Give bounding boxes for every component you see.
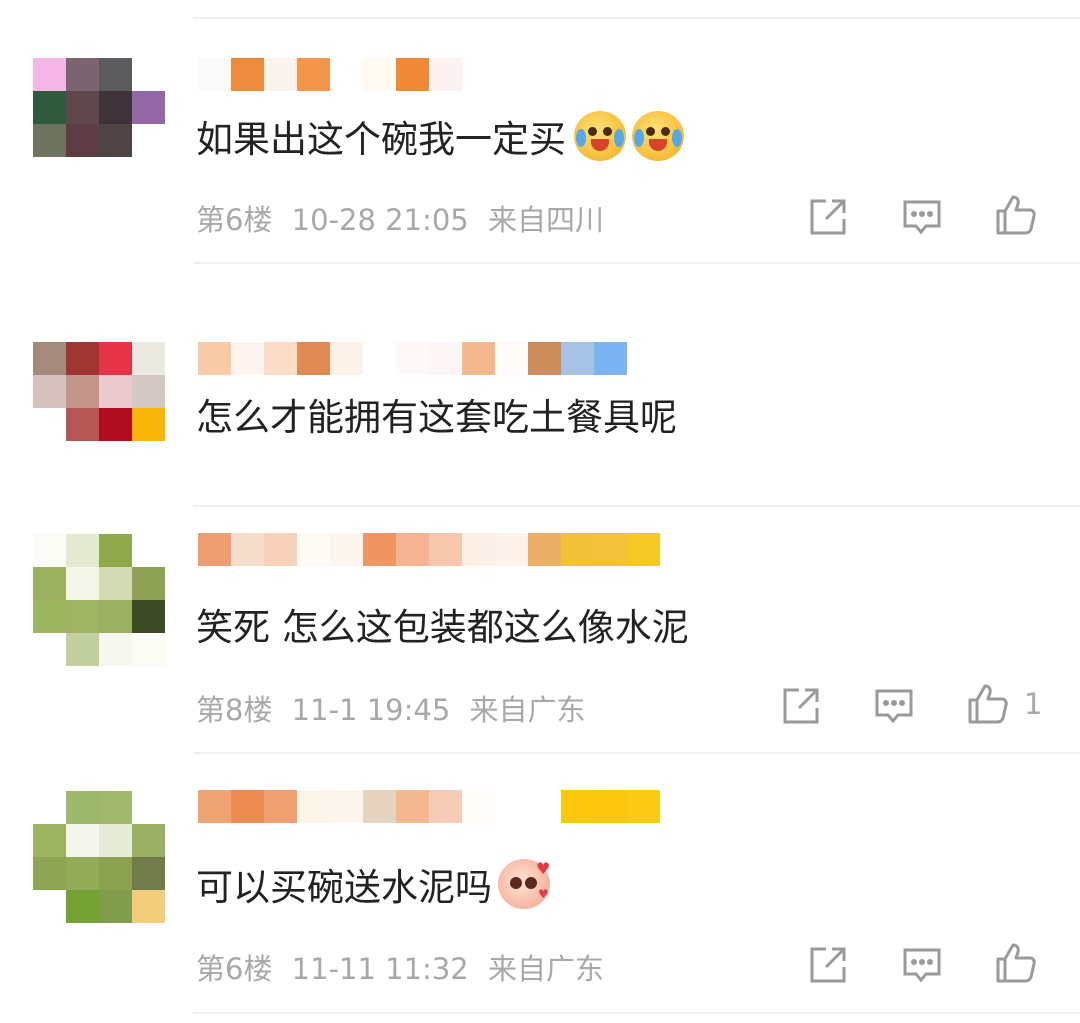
share-icon [810,947,846,983]
like-button[interactable] [994,193,1038,237]
username[interactable] [198,533,660,566]
divider [193,262,1080,264]
crying-laugh-emoji-icon [574,111,626,161]
location: 来自四川 [487,203,604,237]
like-icon [968,684,1008,724]
location: 来自广东 [487,952,604,986]
shy-pig-emoji-icon: ♥ ♥ [498,859,550,909]
crying-laugh-emoji-icon [632,111,684,161]
divider [193,1012,1080,1014]
username[interactable] [198,58,462,91]
avatar[interactable] [33,791,165,891]
share-button[interactable] [779,684,823,728]
comment-text: 可以买碗送水泥吗 ♥ ♥ [196,859,551,909]
like-button[interactable] [966,682,1010,726]
comment-text: 怎么才能拥有这套吃土餐具呢 [196,396,677,439]
comment-icon [875,689,913,724]
comment-text: 笑死 怎么这包装都这么像水泥 [196,606,689,649]
username[interactable] [198,342,627,375]
like-button[interactable] [994,941,1038,985]
avatar-bottom [33,890,165,923]
floor-number: 第6楼 [196,203,273,237]
location: 来自广东 [469,693,586,727]
comment-meta: 第8楼 11-1 19:45 来自广东 [196,687,596,729]
comment-button[interactable] [900,195,944,239]
timestamp: 11-11 11:32 [291,952,469,986]
like-count: 1 [1024,687,1043,721]
comment-text: 如果出这个碗我一定买 [196,110,684,162]
comment-meta: 第6楼 10-28 21:05 来自四川 [196,197,614,239]
share-button[interactable] [806,195,850,239]
timestamp: 10-28 21:05 [291,203,469,237]
comment-button[interactable] [872,684,916,728]
floor-number: 第6楼 [196,952,273,986]
avatar[interactable] [33,342,165,442]
comment-icon [903,948,941,983]
divider [193,505,1080,507]
share-icon [783,688,819,724]
divider [193,17,1080,19]
floor-number: 第8楼 [196,693,273,727]
like-icon [996,943,1036,983]
comment-icon [903,200,941,235]
avatar-bottom [33,633,165,666]
like-icon [996,195,1036,235]
avatar[interactable] [33,58,165,158]
share-button[interactable] [806,943,850,987]
comment-button[interactable] [900,943,944,987]
share-icon [810,199,846,235]
username[interactable] [198,790,660,823]
comment-meta: 第6楼 11-11 11:32 来自广东 [196,946,614,988]
timestamp: 11-1 19:45 [291,693,451,727]
divider [193,752,1080,754]
avatar[interactable] [33,534,165,634]
